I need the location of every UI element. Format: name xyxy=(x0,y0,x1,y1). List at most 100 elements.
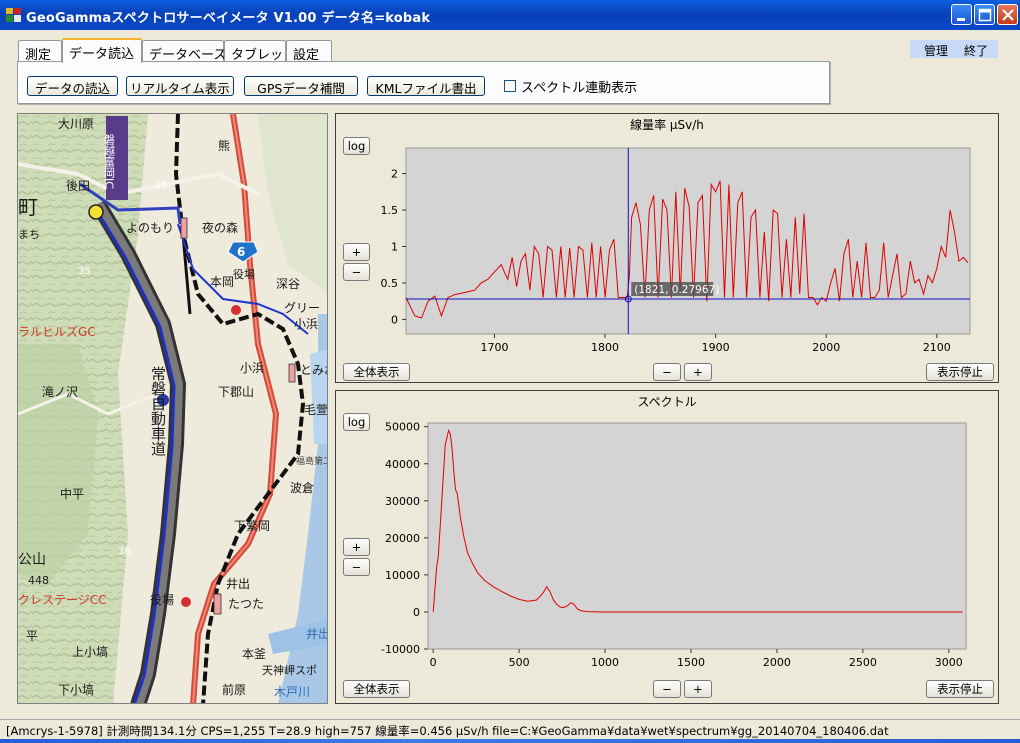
spectrum-link-checkbox[interactable] xyxy=(504,80,516,92)
dose-cursor-readout: (1821, 0.27967) xyxy=(634,284,719,296)
dose-y-tick-label: 1.5 xyxy=(381,204,399,217)
dose-pan-right-button[interactable]: + xyxy=(684,363,712,381)
spectrum-y-tick-label: 50000 xyxy=(385,421,420,434)
map-label: 後田 xyxy=(66,179,90,193)
map-label: グリー xyxy=(284,301,320,315)
close-icon xyxy=(1002,9,1014,21)
tab-settings[interactable]: 設定 xyxy=(286,40,332,63)
spectrum-plot-area xyxy=(427,422,967,650)
map-label: 本岡 xyxy=(210,275,234,289)
app-icon xyxy=(6,8,21,22)
dose-y-tick-label: 1 xyxy=(391,240,398,253)
spectrum-pan-right-button[interactable]: + xyxy=(684,680,712,698)
tab-measure[interactable]: 測定 xyxy=(18,40,62,63)
map-label: 福島第二原子力 xyxy=(296,455,328,467)
spectrum-stop-button[interactable]: 表示停止 xyxy=(926,680,994,698)
map-label: 常磐自動車道 xyxy=(149,366,167,456)
map-label: 井出川 xyxy=(306,627,328,641)
dose-stop-button[interactable]: 表示停止 xyxy=(926,363,994,381)
load-data-button[interactable]: データの読込 xyxy=(27,76,118,96)
spectrum-chart[interactable]: 0 500 1000 1500 2000 2500 3000 -10000 0 10000 2000… xyxy=(372,409,992,679)
map-label: 前原 xyxy=(222,682,246,697)
dose-y-tick-label: 2 xyxy=(391,168,398,181)
dose-x-tick-label: 1900 xyxy=(702,341,730,354)
map-label: 町 xyxy=(18,195,38,219)
map-label: 波倉 xyxy=(290,480,314,495)
spectrum-y-tick-label: -10000 xyxy=(381,643,420,656)
maximize-icon xyxy=(978,8,992,22)
dose-x-tick-label: 1800 xyxy=(591,341,619,354)
map-label: 滝ノ沢 xyxy=(42,385,78,399)
map-label: 小浜 xyxy=(240,361,264,375)
map-label: 35 xyxy=(78,266,91,277)
dose-pan-left-button[interactable]: − xyxy=(653,363,681,381)
spectrum-pan-left-button[interactable]: − xyxy=(653,680,681,698)
dose-fit-all-button[interactable]: 全体表示 xyxy=(343,363,410,381)
spectrum-x-tick-label: 1000 xyxy=(591,656,619,669)
map-label: 小浜 xyxy=(294,317,318,331)
spectrum-x-tick-label: 500 xyxy=(509,656,530,669)
map-label: 木戸川 xyxy=(274,685,310,699)
spectrum-chart-title: スペクトル xyxy=(637,395,697,409)
map-label: 中平 xyxy=(60,486,84,501)
spectrum-y-tick-label: 40000 xyxy=(385,458,420,471)
spectrum-x-tick-label: 2000 xyxy=(763,656,791,669)
map-label: 36 xyxy=(118,546,131,557)
map-label: 上小塙 xyxy=(72,644,108,659)
spectrum-y-tick-label: 30000 xyxy=(385,495,420,508)
dose-log-button[interactable]: log xyxy=(343,137,370,155)
map-label: 夜の森 xyxy=(202,220,238,235)
spectrum-log-button[interactable]: log xyxy=(343,413,370,431)
map-label: 平 xyxy=(26,629,38,643)
dose-chart-title: 線量率 μSv/h xyxy=(630,118,704,132)
admin-bar: 管理 終了 xyxy=(910,40,998,58)
spectrum-x-tick-label: 0 xyxy=(430,656,437,669)
map-label: 下小塙 xyxy=(58,682,94,697)
realtime-display-button[interactable]: リアルタイム表示 xyxy=(126,76,234,96)
dose-x-tick-label: 1700 xyxy=(480,341,508,354)
spectrum-zoom-in-button[interactable]: + xyxy=(343,538,370,556)
spectrum-link-label: スペクトル連動表示 xyxy=(521,81,638,96)
tab-tablet[interactable]: タブレット xyxy=(224,40,296,63)
map-label: 本釜 xyxy=(242,646,266,661)
dose-zoom-in-button[interactable]: + xyxy=(343,243,370,261)
map-label: 毛萱 xyxy=(304,403,328,417)
tab-data-load[interactable]: データ読込 xyxy=(62,38,142,63)
map-label: 磐越富岡IC xyxy=(103,133,116,190)
map-label: 36 xyxy=(154,180,167,191)
minimize-button[interactable] xyxy=(951,4,972,25)
map-label: 深谷 xyxy=(276,277,300,291)
title-bar: GeoGammaスペクトロサーベイメータ V1.00 データ名=kobak xyxy=(0,0,1020,30)
map-label: まち xyxy=(18,228,40,241)
dose-y-tick-label: 0.5 xyxy=(381,277,399,290)
toolbar-panel: データの読込 リアルタイム表示 GPSデータ補間 KMLファイル書出 スペクトル… xyxy=(17,61,830,104)
spectrum-x-tick-label: 3000 xyxy=(935,656,963,669)
tab-database[interactable]: データベース xyxy=(142,40,226,63)
dose-zoom-out-button[interactable]: − xyxy=(343,263,370,281)
map-label: ラルヒルズGC xyxy=(18,324,96,339)
kml-export-button[interactable]: KMLファイル書出 xyxy=(367,76,485,96)
map-view[interactable]: 大川原 磐越富岡IC 熊 後田 町 まち よのもり 夜の森 6 深谷 本岡 役場… xyxy=(17,113,328,704)
dose-rate-chart[interactable]: 1700 1800 1900 2000 2100 0 0.5 1 1.5 2 (1821, 0.27… xyxy=(372,132,992,360)
map-label: 役場 xyxy=(233,267,255,281)
map-label: 公山 xyxy=(18,552,46,568)
map-label: 6 xyxy=(237,245,245,259)
map-label: クレステージCC xyxy=(18,593,107,607)
gps-interpolate-button[interactable]: GPSデータ補間 xyxy=(244,76,358,96)
spectrum-zoom-out-button[interactable]: − xyxy=(343,558,370,576)
exit-button[interactable]: 終了 xyxy=(964,42,988,59)
map-label: 天神岬スポ xyxy=(262,663,317,677)
spectrum-y-tick-label: 20000 xyxy=(385,532,420,545)
spectrum-fit-all-button[interactable]: 全体表示 xyxy=(343,680,410,698)
manage-button[interactable]: 管理 xyxy=(924,42,948,59)
dose-rate-panel: 線量率 μSv/h log + − 1700 1800 1900 2000 2100 0 0… xyxy=(335,113,999,383)
close-button[interactable] xyxy=(997,4,1018,25)
map-label: とみお xyxy=(300,363,328,377)
spectrum-y-tick-label: 0 xyxy=(413,606,420,619)
taskbar-strip xyxy=(0,739,1020,743)
map-label: 井出 xyxy=(226,577,250,591)
dose-y-tick-label: 0 xyxy=(391,313,398,326)
spectrum-x-tick-label: 2500 xyxy=(849,656,877,669)
maximize-button[interactable] xyxy=(974,4,995,25)
map-canvas[interactable]: 大川原 磐越富岡IC 熊 後田 町 まち よのもり 夜の森 6 深谷 本岡 役場… xyxy=(18,114,328,704)
